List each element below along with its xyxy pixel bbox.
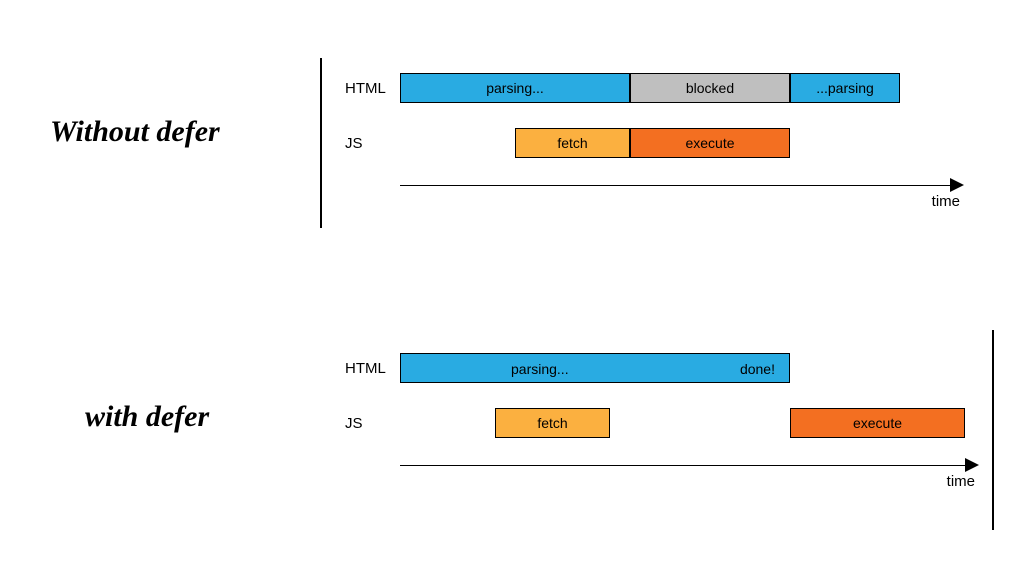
seg-parsing2: ...parsing xyxy=(790,73,900,103)
time-axis: time xyxy=(400,175,970,215)
row-label-js: JS xyxy=(345,415,400,432)
divider-left xyxy=(320,58,322,228)
seg-fetch: fetch xyxy=(495,408,610,438)
axis-line xyxy=(400,465,967,466)
seg-execute: execute xyxy=(630,128,790,158)
seg-blocked: blocked xyxy=(630,73,790,103)
section-without-defer: Without defer HTML parsing... blocked ..… xyxy=(0,70,1024,260)
html-track: parsing... blocked ...parsing xyxy=(400,73,925,103)
row-html: HTML parsing... done! xyxy=(345,350,925,386)
js-track: fetch execute xyxy=(400,128,925,158)
row-js: JS fetch execute xyxy=(345,405,925,441)
row-label-html: HTML xyxy=(345,80,400,97)
seg-fetch: fetch xyxy=(515,128,630,158)
title-with-defer: with defer xyxy=(85,400,209,434)
seg-parsing: parsing... xyxy=(400,73,630,103)
title-without-defer: Without defer xyxy=(50,115,220,149)
seg-done-label: done! xyxy=(740,354,775,384)
row-js: JS fetch execute xyxy=(345,125,925,161)
js-track: fetch execute xyxy=(400,408,925,438)
divider-right xyxy=(992,330,994,530)
axis-label: time xyxy=(932,193,960,210)
html-track: parsing... done! xyxy=(400,353,925,383)
seg-parsing-label: parsing... xyxy=(511,354,569,384)
seg-parsing-done: parsing... done! xyxy=(400,353,790,383)
row-html: HTML parsing... blocked ...parsing xyxy=(345,70,925,106)
arrowhead-icon xyxy=(965,458,979,472)
row-label-html: HTML xyxy=(345,360,400,377)
arrowhead-icon xyxy=(950,178,964,192)
time-axis: time xyxy=(400,455,985,495)
seg-execute: execute xyxy=(790,408,965,438)
axis-label: time xyxy=(947,473,975,490)
row-label-js: JS xyxy=(345,135,400,152)
section-with-defer: with defer HTML parsing... done! JS fetc… xyxy=(0,340,1024,540)
axis-line xyxy=(400,185,952,186)
